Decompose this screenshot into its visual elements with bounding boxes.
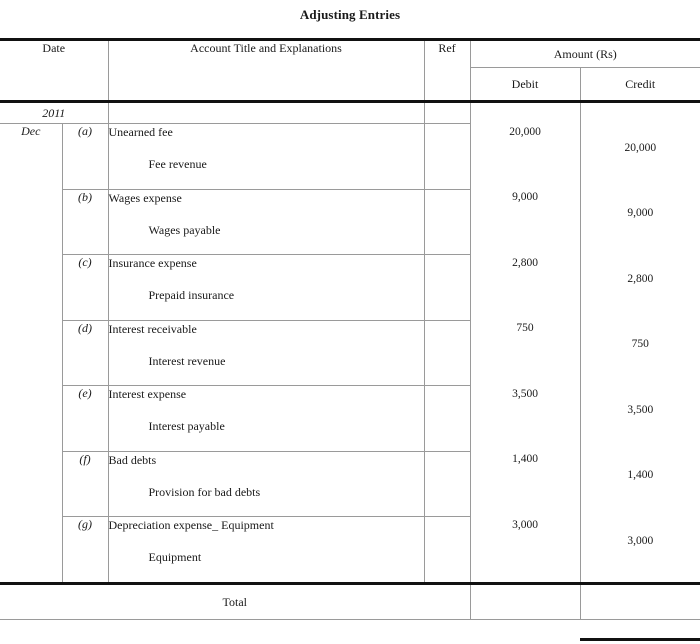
table-row: (e) Interest expense Interest payable 3,… (0, 385, 700, 451)
entry-accounts: Unearned fee Fee revenue (107, 123, 424, 189)
entry-accounts: Interest receivable Interest revenue (107, 319, 424, 386)
credit-amount-value: 9,000 (627, 207, 654, 219)
entry-accounts: Depreciation expense_ Equipment Equipmen… (107, 516, 424, 583)
total-row: Total (0, 581, 700, 620)
debit-amount-value: 3,000 (512, 518, 538, 531)
debit-amount-value: 1,400 (512, 453, 538, 465)
entry-credit-amount: 750 (579, 320, 700, 386)
entry-letter: (c) (61, 254, 108, 320)
total-debit-amount (469, 581, 580, 620)
credit-account-line: Wages payable (148, 222, 221, 237)
entry-credit-amount: 9,000 (579, 189, 700, 255)
entry-letter: (e) (61, 385, 108, 451)
entry-debit-amount: 1,400 (469, 451, 580, 517)
debit-amount-value: 20,000 (509, 125, 541, 138)
debit-account-line: Bad debts (108, 452, 157, 467)
month-label: Dec (0, 123, 62, 583)
table-row: (f) Bad debts Provision for bad debts 1,… (0, 450, 700, 517)
debit-account-line: Wages expense (108, 190, 182, 205)
column-header-account: Account Title and Explanations (107, 38, 424, 102)
table-header: Date Account Title and Explanations Ref … (0, 38, 700, 102)
entry-credit-amount: 3,000 (579, 516, 700, 583)
entry-letter: (d) (61, 319, 108, 386)
year-row: 2011 (0, 100, 700, 124)
debit-amount-value: 3,500 (512, 387, 538, 400)
table-row: (b) Wages expense Wages payable 9,000 9,… (0, 188, 700, 255)
credit-account-line: Equipment (148, 550, 202, 564)
credit-amount-value: 3,500 (627, 403, 654, 416)
page-title: Adjusting Entries (299, 7, 401, 22)
debit-account-line: Insurance expense (108, 256, 197, 270)
column-header-ref: Ref (423, 38, 470, 102)
journal-page: Adjusting Entries Date Account Title and… (0, 0, 700, 644)
entry-letter: (f) (61, 450, 108, 517)
column-header-debit: Debit (469, 67, 580, 102)
credit-amount-value: 20,000 (624, 141, 657, 154)
credit-amount-value: 750 (631, 338, 649, 350)
entry-accounts: Interest expense Interest payable (107, 385, 424, 451)
credit-amount-value: 2,800 (627, 272, 654, 285)
column-header-date: Date (0, 38, 108, 102)
entry-ref (423, 319, 470, 386)
column-header-amount-group: Amount (Rs) (469, 38, 700, 68)
entry-accounts: Insurance expense Prepaid insurance (107, 254, 424, 320)
year-debit-spacer (469, 100, 580, 124)
total-credit-amount (579, 581, 700, 620)
entry-ref (423, 516, 470, 583)
table-body: 2011 Dec (a) Unearned fee Fee revenue 20… (0, 100, 700, 620)
table-row: Dec (a) Unearned fee Fee revenue 20,000 … (0, 123, 700, 583)
entry-credit-amount: 20,000 (579, 123, 700, 189)
credit-account-line: Fee revenue (148, 157, 207, 171)
entry-credit-amount: 1,400 (579, 451, 700, 517)
credit-account-line: Interest payable (148, 419, 225, 433)
table-row: (c) Insurance expense Prepaid insurance … (0, 254, 700, 320)
entry-credit-amount: 2,800 (579, 254, 700, 320)
credit-column-closing-rule (580, 638, 700, 641)
credit-amount-value: 1,400 (627, 469, 654, 481)
debit-amount-value: 750 (516, 322, 534, 334)
table-row: (d) Interest receivable Interest revenue… (0, 319, 700, 386)
total-label: Total (0, 581, 470, 620)
credit-amount-value: 3,000 (627, 534, 654, 547)
year-credit-spacer (579, 100, 700, 124)
entry-letter: (a) (61, 123, 108, 189)
entry-credit-amount: 3,500 (579, 385, 700, 451)
entry-ref (423, 123, 470, 189)
entry-ref (423, 385, 470, 451)
entry-debit-amount: 3,000 (469, 516, 580, 583)
entry-debit-amount: 3,500 (469, 385, 580, 451)
entry-accounts: Wages expense Wages payable (107, 188, 424, 255)
entry-debit-amount: 2,800 (469, 254, 580, 320)
year-ref-spacer (423, 100, 470, 124)
debit-amount-value: 2,800 (512, 256, 538, 269)
year-label: 2011 (0, 100, 108, 124)
entry-letter: (b) (61, 188, 108, 255)
credit-account-line: Prepaid insurance (148, 288, 235, 302)
entry-ref (423, 188, 470, 255)
entry-letter: (g) (61, 516, 108, 583)
table-row: (g) Depreciation expense_ Equipment Equi… (0, 516, 700, 583)
debit-account-line: Interest expense (108, 387, 187, 401)
entry-ref (423, 254, 470, 320)
debit-account-line: Unearned fee (108, 125, 173, 139)
debit-account-line: Depreciation expense_ Equipment (108, 518, 274, 532)
credit-account-line: Provision for bad debts (148, 484, 261, 499)
entry-debit-amount: 9,000 (469, 189, 580, 255)
entry-debit-amount: 750 (469, 320, 580, 386)
year-account-spacer (107, 100, 424, 124)
debit-account-line: Interest receivable (108, 321, 197, 336)
debit-amount-value: 9,000 (512, 191, 538, 203)
adjusting-entries-table: Date Account Title and Explanations Ref … (0, 38, 700, 620)
entry-ref (423, 450, 470, 517)
entry-debit-amount: 20,000 (469, 123, 580, 189)
entry-accounts: Bad debts Provision for bad debts (107, 450, 424, 517)
header-row-top: Date Account Title and Explanations Ref … (0, 38, 700, 102)
credit-account-line: Interest revenue (148, 353, 226, 368)
column-header-credit: Credit (579, 67, 700, 102)
